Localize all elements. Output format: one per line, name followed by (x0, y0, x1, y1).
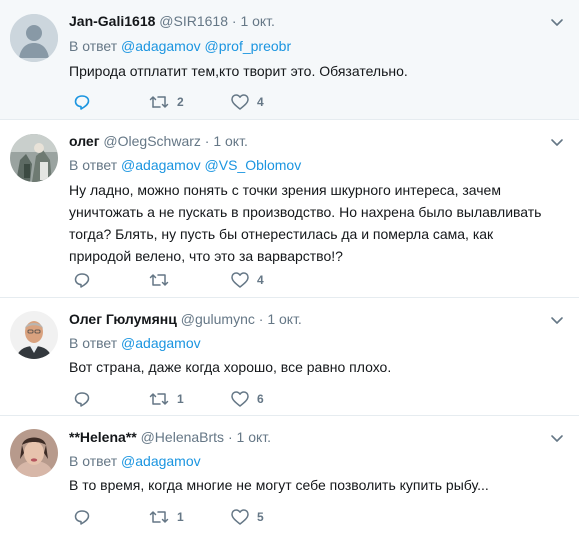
display-name[interactable]: олег (69, 133, 100, 149)
reply-icon (74, 95, 90, 110)
separator-dot: · (231, 13, 237, 29)
reply-button[interactable] (73, 92, 91, 112)
reply-context: В ответ @adagamov (69, 334, 201, 352)
reply-button[interactable] (73, 270, 91, 290)
tweet-timestamp[interactable]: 1 окт. (213, 133, 248, 149)
like-button[interactable]: 4 (231, 270, 264, 290)
reply-button[interactable] (73, 389, 91, 409)
tweet[interactable]: Jan-Gali1618 @SIR1618 · 1 окт. В ответ @… (0, 0, 579, 120)
tweet-header: Олег Гюлумянц @gulumync · 1 окт. (69, 310, 302, 328)
default-avatar-icon (10, 14, 58, 62)
user-handle[interactable]: @OlegSchwarz (103, 133, 200, 149)
tweet-actions: 1 5 (69, 507, 329, 527)
tweet-timestamp[interactable]: 1 окт. (237, 429, 272, 445)
avatar[interactable] (10, 14, 58, 62)
display-name[interactable]: **Helena** (69, 429, 137, 445)
avatar[interactable] (10, 134, 58, 182)
display-name[interactable]: Олег Гюлумянц (69, 311, 177, 327)
retweet-button[interactable]: 1 (149, 507, 184, 527)
reply-icon (74, 510, 90, 525)
retweet-count: 1 (177, 510, 184, 524)
tweet-actions: 2 4 (69, 92, 329, 112)
retweet-icon (149, 274, 169, 286)
heart-icon (231, 94, 249, 110)
tweet-timestamp[interactable]: 1 окт. (240, 13, 275, 29)
like-button[interactable]: 5 (231, 507, 264, 527)
separator-dot: · (258, 311, 264, 327)
mention-link[interactable]: @adagamov (121, 157, 201, 173)
tweet-text: В то время, когда многие не могут себе п… (69, 477, 489, 493)
tweet-timestamp[interactable]: 1 окт. (267, 311, 302, 327)
tweet[interactable]: Олег Гюлумянц @gulumync · 1 окт. В ответ… (0, 298, 579, 416)
mention-link[interactable]: @adagamov (121, 335, 201, 351)
user-photo-avatar (10, 429, 58, 477)
user-handle[interactable]: @SIR1618 (159, 13, 228, 29)
tweet-text: Природа отплатит тем,кто творит это. Обя… (69, 63, 408, 79)
reply-context: В ответ @adagamov (69, 452, 201, 470)
reply-context: В ответ @adagamov @prof_preobr (69, 37, 291, 55)
separator-dot: · (204, 133, 210, 149)
chevron-down-icon[interactable] (549, 134, 565, 150)
tweet[interactable]: олег @OlegSchwarz · 1 окт. В ответ @adag… (0, 120, 579, 298)
reply-context: В ответ @adagamov @VS_Oblomov (69, 156, 301, 174)
reply-button[interactable] (73, 507, 91, 527)
reply-prefix: В ответ (69, 453, 118, 469)
retweet-button[interactable] (149, 270, 177, 290)
like-count: 4 (257, 95, 264, 109)
avatar[interactable] (10, 429, 58, 477)
user-photo-avatar (10, 134, 58, 182)
retweet-button[interactable]: 2 (149, 92, 184, 112)
reply-icon (74, 392, 90, 407)
chevron-down-icon[interactable] (549, 14, 565, 30)
reply-prefix: В ответ (69, 157, 118, 173)
heart-icon (231, 391, 249, 407)
tweet-header: **Helena** @HelenaBrts · 1 окт. (69, 428, 271, 446)
tweet-header: олег @OlegSchwarz · 1 окт. (69, 132, 248, 150)
like-count: 4 (257, 273, 264, 287)
user-photo-avatar (10, 311, 58, 359)
like-button[interactable]: 4 (231, 92, 264, 112)
mention-link[interactable]: @adagamov (121, 453, 201, 469)
tweet-text: Вот страна, даже когда хорошо, все равно… (69, 359, 392, 375)
tweet-actions: 1 6 (69, 389, 329, 409)
tweet-actions: 4 (69, 270, 329, 290)
avatar[interactable] (10, 311, 58, 359)
display-name[interactable]: Jan-Gali1618 (69, 13, 155, 29)
tweet-header: Jan-Gali1618 @SIR1618 · 1 окт. (69, 12, 275, 30)
retweet-icon (149, 393, 169, 405)
reply-icon (74, 273, 90, 288)
mention-link[interactable]: @adagamov (121, 38, 201, 54)
like-button[interactable]: 6 (231, 389, 264, 409)
retweet-icon (149, 96, 169, 108)
tweet-text: Ну ладно, можно понять с точки зрения шк… (69, 182, 542, 264)
mention-link[interactable]: @prof_preobr (205, 38, 292, 54)
reply-prefix: В ответ (69, 38, 118, 54)
user-handle[interactable]: @HelenaBrts (141, 429, 224, 445)
retweet-button[interactable]: 1 (149, 389, 184, 409)
user-handle[interactable]: @gulumync (181, 311, 255, 327)
heart-icon (231, 272, 249, 288)
mention-link[interactable]: @VS_Oblomov (205, 157, 302, 173)
tweet[interactable]: **Helena** @HelenaBrts · 1 окт. В ответ … (0, 416, 579, 533)
reply-prefix: В ответ (69, 335, 118, 351)
retweet-count: 1 (177, 392, 184, 406)
chevron-down-icon[interactable] (549, 312, 565, 328)
retweet-icon (149, 511, 169, 523)
heart-icon (231, 509, 249, 525)
retweet-count: 2 (177, 95, 184, 109)
like-count: 5 (257, 510, 264, 524)
like-count: 6 (257, 392, 264, 406)
chevron-down-icon[interactable] (549, 430, 565, 446)
separator-dot: · (227, 429, 233, 445)
